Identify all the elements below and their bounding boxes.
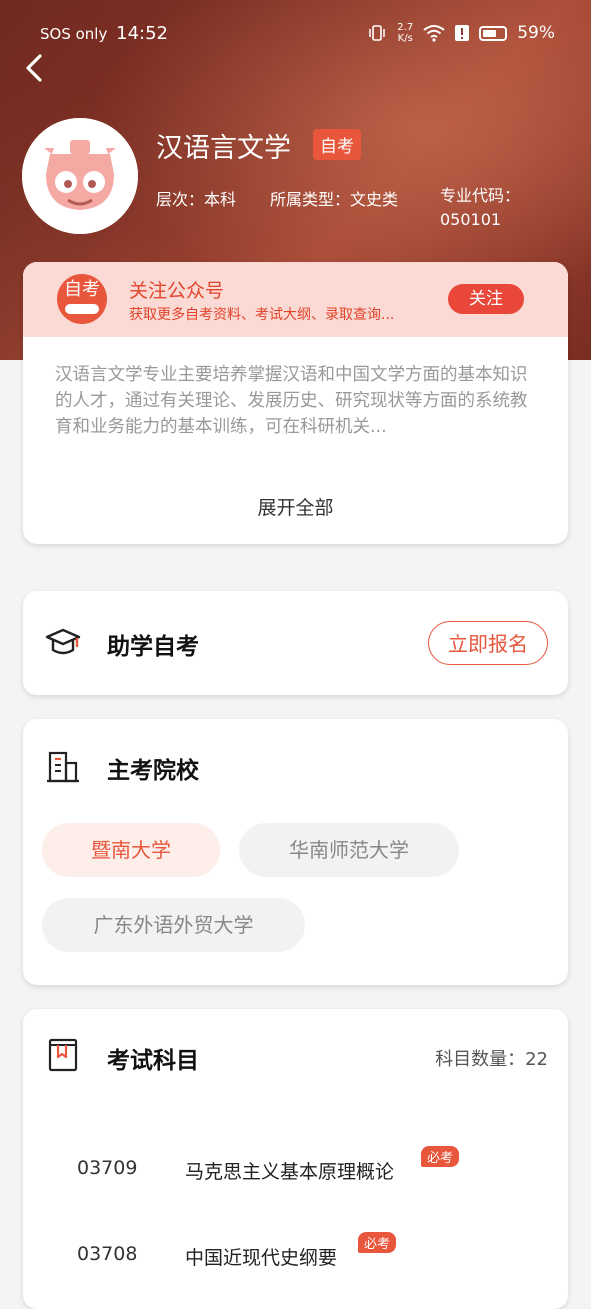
register-now-button[interactable]: 立即报名 [428,621,548,665]
subject-count: 科目数量：22 [435,1049,548,1070]
exam-section-title: 考试科目 [107,1048,199,1074]
major-category: 所属类型：文史类 [270,190,399,209]
wechat-account-logo: 自考 [57,274,107,324]
major-avatar [22,118,138,234]
major-title: 汉语言文学 [156,133,291,164]
wifi-icon [423,25,445,42]
alert-icon [455,25,470,41]
follow-title: 关注公众号 [129,280,225,302]
intro-card: 自考 关注公众号 获取更多自考资料、考试大纲、录取查询... 关注 汉语言文学专… [23,262,568,544]
book-icon [48,1038,78,1072]
exam-subjects-card: 考试科目 科目数量：22 03709 马克思主义基本原理概论 必考 03708 … [23,1009,568,1309]
vibrate-icon [369,25,386,41]
major-type-badge: 自考 [313,129,361,160]
required-badge: 必考 [421,1146,460,1167]
school-chip-jinan[interactable]: 暨南大学 [42,823,220,877]
back-icon[interactable] [22,52,52,86]
battery-percent: 59% [517,23,555,43]
school-chip-gdufs[interactable]: 广东外语外贸大学 [42,898,305,952]
schools-card: 主考院校 暨南大学 华南师范大学 广东外语外贸大学 [23,719,568,985]
follow-banner[interactable]: 自考 关注公众号 获取更多自考资料、考试大纲、录取查询... 关注 [23,262,568,337]
course-code: 03709 [77,1157,138,1179]
signup-card: 助学自考 立即报名 [23,591,568,695]
required-badge: 必考 [358,1232,397,1253]
battery-icon [479,25,508,41]
school-chip-scnu[interactable]: 华南师范大学 [239,823,459,877]
expand-all-button[interactable]: 展开全部 [23,493,568,520]
major-code: 专业代码： 050101 [440,186,521,229]
network-speed: 2.7 K/s [397,22,414,44]
follow-button[interactable]: 关注 [448,284,524,314]
course-code: 03708 [77,1243,138,1265]
schools-section-title: 主考院校 [107,758,199,784]
major-description: 汉语言文学专业主要培养掌握汉语和中国文学方面的基本知识的人才，通过有关理论、发展… [55,365,528,437]
major-level: 层次：本科 [156,190,237,209]
status-bar: SOS only 14:52 2.7 K/s 59% [40,18,555,48]
carrier-label: SOS only [40,24,108,43]
course-name: 马克思主义基本原理概论 [185,1161,395,1183]
building-icon [47,751,79,783]
graduation-cap-icon [45,628,81,655]
signup-section-title: 助学自考 [107,634,199,660]
clock: 14:52 [116,22,169,44]
follow-subtitle: 获取更多自考资料、考试大纲、录取查询... [129,307,395,323]
course-name: 中国近现代史纲要 [185,1247,338,1269]
